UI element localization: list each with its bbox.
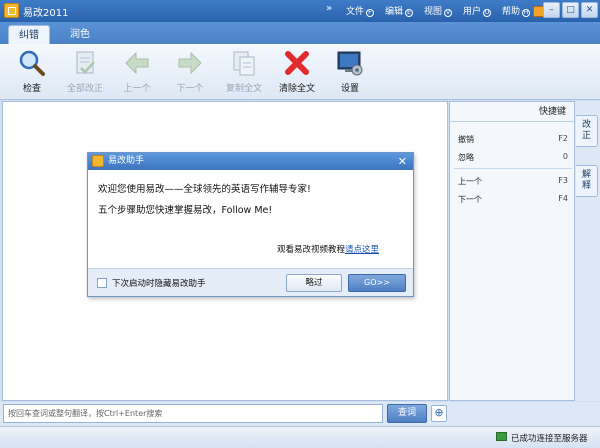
menu-file[interactable]: 文件 F — [346, 4, 375, 17]
dialog-close-icon[interactable]: ✕ — [398, 153, 407, 170]
shortcut-next[interactable]: 下一个 F4 — [458, 194, 568, 205]
check-button[interactable]: 检查 — [5, 48, 59, 94]
shortcut-panel-header: 快捷键 — [450, 102, 574, 122]
dialog-body: 欢迎您使用易改——全球领先的英语写作辅导专家! 五个步骤助您快速掌握易改，Fol… — [88, 170, 413, 268]
next-button[interactable]: 下一个 — [163, 48, 217, 94]
prev-button[interactable]: 上一个 — [110, 48, 164, 94]
dialog-title-bar: 易改助手 ✕ — [88, 153, 413, 170]
magnifier-icon — [19, 50, 45, 76]
tab-correct[interactable]: 纠错 — [8, 25, 50, 44]
close-button[interactable]: ✕ — [581, 2, 598, 18]
minimize-button[interactable]: – — [543, 2, 560, 18]
title-bar: 易改2011 » 文件 F 编辑 E 视图 V 用户 U 帮助 H – □ ✕ — [0, 0, 600, 22]
toolbar: 检查 全部改正 上一个 下一个 复制全文 清除全文 设置 — [0, 44, 600, 100]
tab-bar: 纠错 润色 — [0, 22, 600, 44]
menu-user[interactable]: 用户 U — [463, 4, 492, 17]
side-tabs: 改正 解释 — [575, 101, 600, 401]
search-input[interactable]: 按回车查词或整句翻译，按Ctrl+Enter搜索 — [3, 404, 383, 423]
shortcut-prev[interactable]: 上一个 F3 — [458, 176, 568, 187]
status-text: 已成功连接至服务器 — [511, 434, 588, 444]
video-tutorial-text: 观看易改视频教程请点这里 — [276, 245, 379, 255]
monitor-gear-icon — [337, 51, 363, 76]
menu-view[interactable]: 视图 V — [424, 4, 453, 17]
tab-polish[interactable]: 润色 — [60, 25, 100, 44]
go-button[interactable]: GO>> — [348, 274, 406, 292]
side-tab-correct[interactable]: 改正 — [576, 115, 598, 147]
hide-assistant-label: 下次启动时隐藏易改助手 — [112, 279, 206, 289]
assistant-icon — [92, 155, 104, 167]
search-bar: 按回车查词或整句翻译，按Ctrl+Enter搜索 查词 ⊕ — [0, 402, 600, 426]
arrow-left-icon — [125, 51, 149, 75]
arrow-right-icon — [178, 51, 202, 75]
skip-button[interactable]: 略过 — [286, 274, 342, 292]
search-button[interactable]: 查词 — [387, 404, 427, 423]
dialog-title: 易改助手 — [108, 156, 145, 166]
dialog-footer: 下次启动时隐藏易改助手 略过 GO>> — [88, 268, 413, 296]
menu-edit[interactable]: 编辑 E — [385, 4, 414, 17]
clear-all-button[interactable]: 清除全文 — [270, 48, 324, 94]
shortcut-ignore[interactable]: 忽略 0 — [458, 152, 568, 163]
app-logo-icon — [4, 3, 19, 18]
settings-button[interactable]: 设置 — [323, 48, 377, 94]
assistant-dialog: 易改助手 ✕ 欢迎您使用易改——全球领先的英语写作辅导专家! 五个步骤助您快速掌… — [87, 152, 414, 297]
divider — [454, 168, 572, 169]
fix-all-button[interactable]: 全部改正 — [58, 48, 112, 94]
copy-icon — [233, 51, 255, 76]
red-x-icon — [285, 51, 309, 75]
maximize-button[interactable]: □ — [562, 2, 579, 18]
connection-icon — [496, 432, 507, 441]
document-check-icon — [76, 51, 95, 74]
menu-help[interactable]: 帮助 H — [502, 4, 531, 17]
welcome-text: 欢迎您使用易改——全球领先的英语写作辅导专家! — [98, 184, 311, 195]
hide-assistant-checkbox[interactable] — [97, 278, 107, 288]
status-bar: 已成功连接至服务器 — [0, 426, 600, 448]
side-tab-explain[interactable]: 解释 — [576, 165, 598, 197]
steps-text: 五个步骤助您快速掌握易改，Follow Me! — [98, 205, 273, 216]
add-icon[interactable]: ⊕ — [431, 405, 447, 422]
menu-toggle-icon[interactable]: » — [326, 3, 332, 14]
shortcut-undo[interactable]: 撤销 F2 — [458, 134, 568, 145]
window-title: 易改2011 — [23, 8, 69, 19]
copy-all-button[interactable]: 复制全文 — [217, 48, 271, 94]
shortcut-panel: 快捷键 撤销 F2 忽略 0 上一个 F3 下一个 F4 — [449, 101, 575, 401]
video-tutorial-link[interactable]: 请点这里 — [345, 245, 379, 255]
